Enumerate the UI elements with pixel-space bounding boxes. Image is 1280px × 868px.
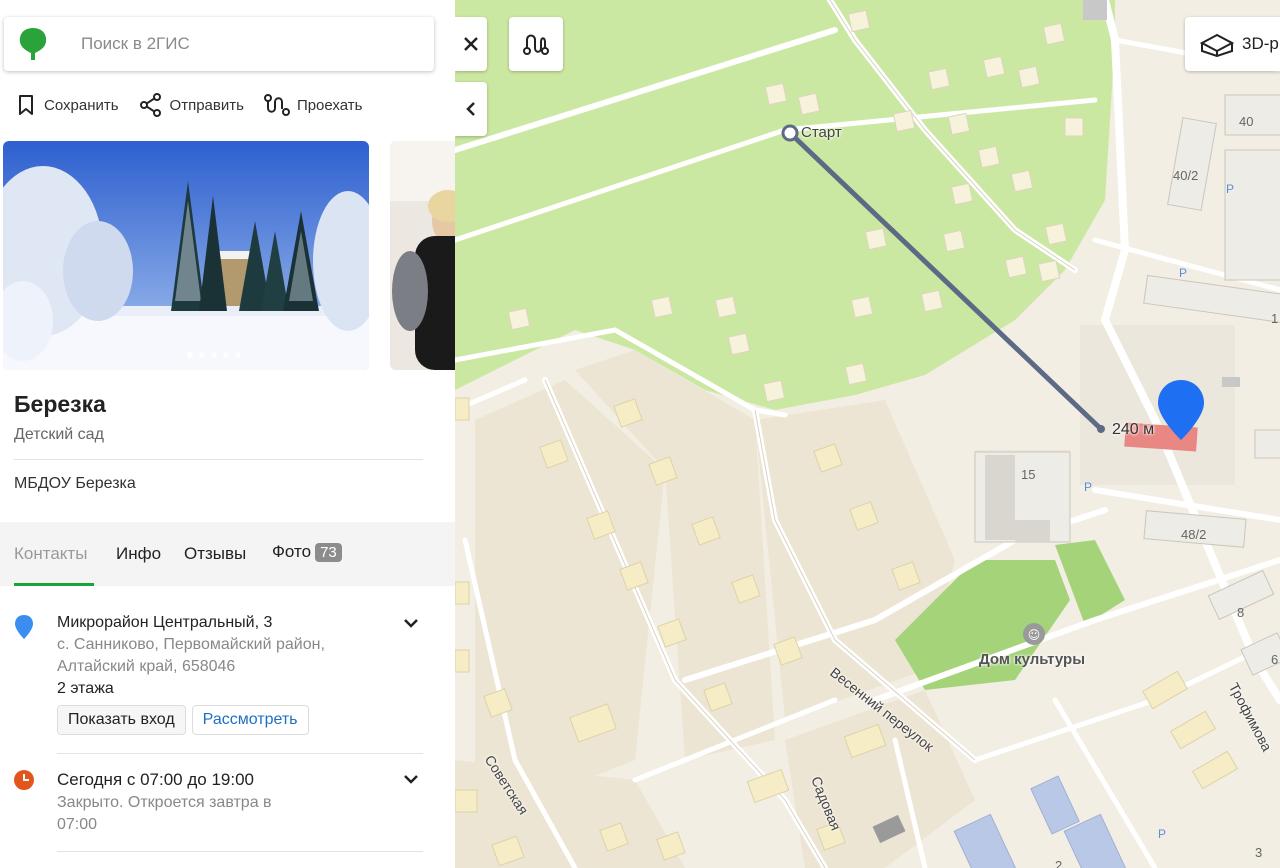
- chevron-left-icon: [466, 102, 475, 116]
- tab-photos-label: Фото: [272, 542, 312, 561]
- parking-icon: P: [1084, 480, 1093, 494]
- route-button[interactable]: [509, 17, 563, 71]
- directions-button[interactable]: Проехать: [263, 93, 363, 117]
- view-button[interactable]: Рассмотреть: [191, 705, 309, 735]
- hours-status: Закрыто. Откроется завтра в: [57, 794, 272, 811]
- house-number: 48/2: [1181, 527, 1207, 542]
- 2gis-logo-icon[interactable]: [17, 26, 49, 62]
- map-view[interactable]: ☺ Старт 240 м Весенний переулок Советска…: [455, 0, 1280, 868]
- org-name[interactable]: МБДОУ Березка: [14, 475, 136, 493]
- place-panel: Сохранить Отправить Проехать: [0, 0, 455, 868]
- collapse-panel-button[interactable]: [455, 82, 487, 136]
- divider: [57, 753, 423, 754]
- photo-gallery[interactable]: [3, 141, 455, 370]
- hours-status-time: 07:00: [57, 816, 98, 833]
- house-number: 8: [1237, 605, 1245, 620]
- show-entrance-button[interactable]: Показать вход: [57, 705, 186, 735]
- route-icon: [263, 94, 290, 116]
- house-number: 2: [1055, 858, 1063, 868]
- 3d-buildings-icon: [1200, 33, 1234, 57]
- 3d-mode-label: 3D-р: [1242, 34, 1279, 53]
- house-number: 6: [1271, 652, 1279, 667]
- address-region: Алтайский край, 658046: [57, 658, 236, 675]
- 3d-mode-button[interactable]: 3D-р: [1185, 17, 1280, 71]
- svg-text:☺: ☺: [1028, 628, 1041, 642]
- gallery-dot[interactable]: [235, 352, 241, 358]
- save-label: Сохранить: [44, 96, 119, 114]
- chevron-down-icon[interactable]: [403, 618, 419, 630]
- search-input[interactable]: [81, 34, 411, 54]
- close-icon: [464, 37, 478, 51]
- place-title: Березка: [14, 391, 106, 417]
- photo-winter-park[interactable]: [3, 141, 369, 370]
- directions-label: Проехать: [296, 96, 363, 114]
- parking-icon: P: [1179, 266, 1188, 280]
- chevron-down-icon[interactable]: [403, 774, 419, 786]
- tab-bar: Контакты Инфо Отзывы Фото 73: [0, 522, 455, 586]
- route-icon: [523, 34, 549, 55]
- route-start-label: Старт: [801, 124, 842, 141]
- divider: [57, 851, 423, 852]
- tab-contacts[interactable]: Контакты: [14, 544, 87, 564]
- search-bar[interactable]: [4, 17, 434, 71]
- poi-label-culture-house[interactable]: Дом культуры: [979, 651, 1085, 668]
- address-block: Микрорайон Центральный, 3 с. Санниково, …: [57, 614, 437, 735]
- photo-people[interactable]: [390, 141, 455, 370]
- action-bar: Сохранить Отправить Проехать: [14, 92, 381, 118]
- location-pin-icon: [15, 615, 33, 639]
- house-number: 1: [1271, 311, 1279, 326]
- gallery-dot[interactable]: [223, 352, 229, 358]
- floors-count: 2 этажа: [57, 680, 114, 697]
- clock-icon: [14, 770, 34, 790]
- bookmark-icon: [19, 95, 33, 115]
- close-panel-button[interactable]: [455, 17, 487, 71]
- address-street[interactable]: Микрорайон Центральный, 3: [57, 614, 437, 632]
- tab-reviews[interactable]: Отзывы: [184, 544, 246, 564]
- hours-block: Сегодня с 07:00 до 19:00 Закрыто. Открое…: [57, 770, 437, 836]
- active-tab-indicator: [14, 583, 94, 586]
- gallery-dot[interactable]: [211, 352, 217, 358]
- share-icon: [139, 93, 161, 117]
- place-category: Детский сад: [14, 426, 104, 443]
- gallery-dots[interactable]: [187, 352, 241, 358]
- parking-icon: P: [1226, 182, 1235, 196]
- house-number: 15: [1021, 467, 1036, 482]
- divider: [14, 459, 423, 460]
- share-button[interactable]: Отправить: [138, 92, 244, 118]
- tab-info[interactable]: Инфо: [116, 544, 161, 564]
- save-button[interactable]: Сохранить: [14, 93, 119, 117]
- house-number: 3: [1255, 845, 1263, 860]
- gallery-dot[interactable]: [199, 352, 205, 358]
- parking-icon: P: [1158, 827, 1167, 841]
- photo-count-badge: 73: [315, 543, 342, 562]
- hours-today[interactable]: Сегодня с 07:00 до 19:00: [57, 770, 437, 790]
- share-label: Отправить: [169, 96, 244, 114]
- house-number: 40/2: [1173, 168, 1199, 183]
- map-canvas[interactable]: ☺: [455, 0, 1280, 868]
- tab-photos[interactable]: Фото 73: [272, 542, 342, 562]
- gallery-dot[interactable]: [187, 352, 193, 358]
- house-number: 40: [1239, 114, 1254, 129]
- address-locality: с. Санниково, Первомайский район,: [57, 636, 325, 653]
- route-distance-label: 240 м: [1112, 421, 1155, 438]
